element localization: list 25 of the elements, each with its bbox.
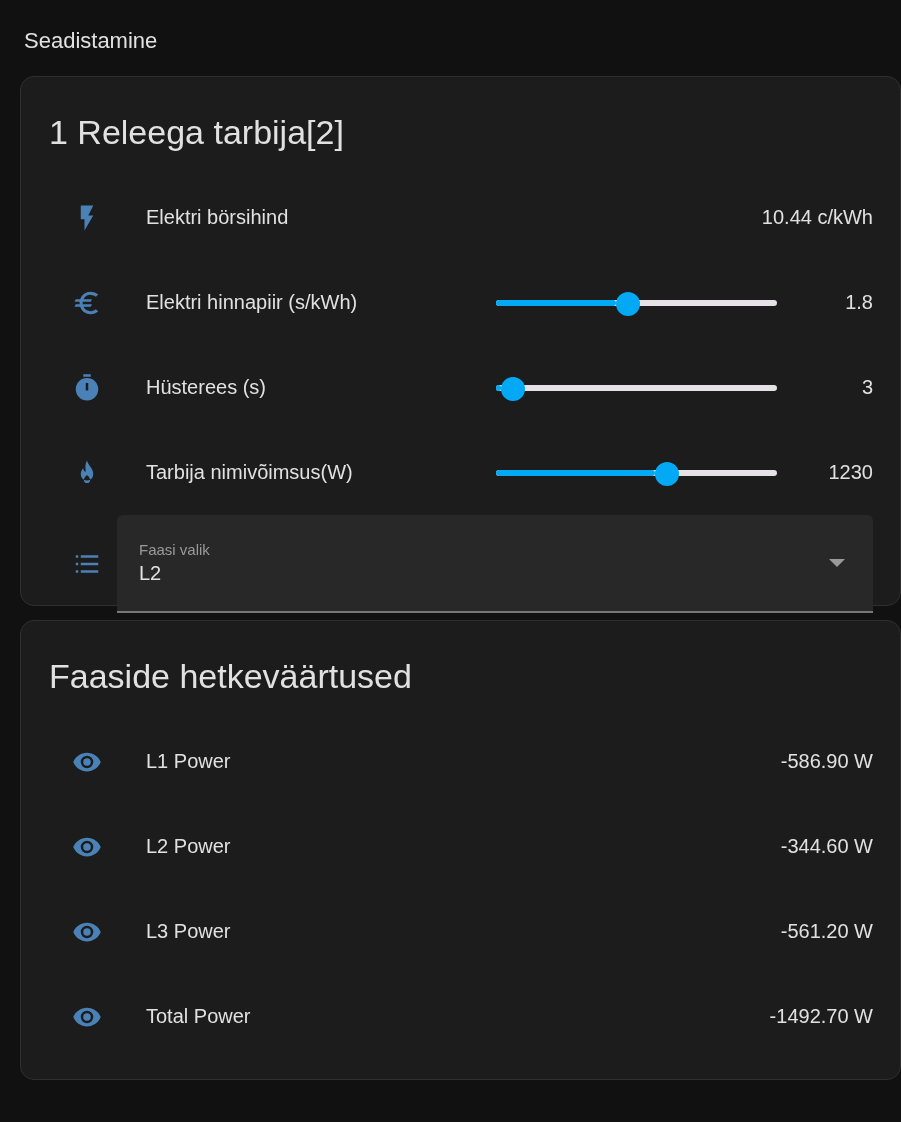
entity-label: Tarbija nimivõimsus(W) [146, 461, 354, 484]
slider-thumb[interactable] [500, 376, 525, 401]
entity-value: -1492.70 W [769, 1005, 873, 1028]
entity-label: Elektri hinnapiir (s/kWh) [146, 291, 359, 314]
slider-fill [496, 384, 501, 391]
entity-value: -586.90 W [780, 750, 873, 773]
slider-value: 1230 [827, 461, 873, 484]
slider-thumb[interactable] [655, 461, 680, 486]
entity-label: Total Power [146, 1005, 252, 1028]
phase-dropdown[interactable]: Faasi valik L2 [117, 515, 873, 613]
slider-value: 3 [860, 376, 873, 399]
caret-icon [829, 558, 845, 568]
entity-label: Hüsterees (s) [146, 376, 268, 399]
entity-label: Elektri börsihind [146, 206, 290, 229]
card-title: Faaside hetkeväärtused [48, 659, 413, 697]
card-title: 1 Releega tarbija[2] [48, 115, 345, 153]
slider-value: 1.8 [844, 291, 873, 314]
entity-value: -561.20 W [780, 920, 873, 943]
entity-label: L1 Power [146, 750, 232, 773]
entity-value: -344.60 W [780, 835, 873, 858]
entity-label: L2 Power [146, 835, 232, 858]
page-title: Seadistamine [23, 27, 159, 55]
slider-thumb[interactable] [616, 291, 641, 316]
entity-label: L3 Power [146, 920, 232, 943]
entity-value: 10.44 c/kWh [761, 206, 873, 229]
